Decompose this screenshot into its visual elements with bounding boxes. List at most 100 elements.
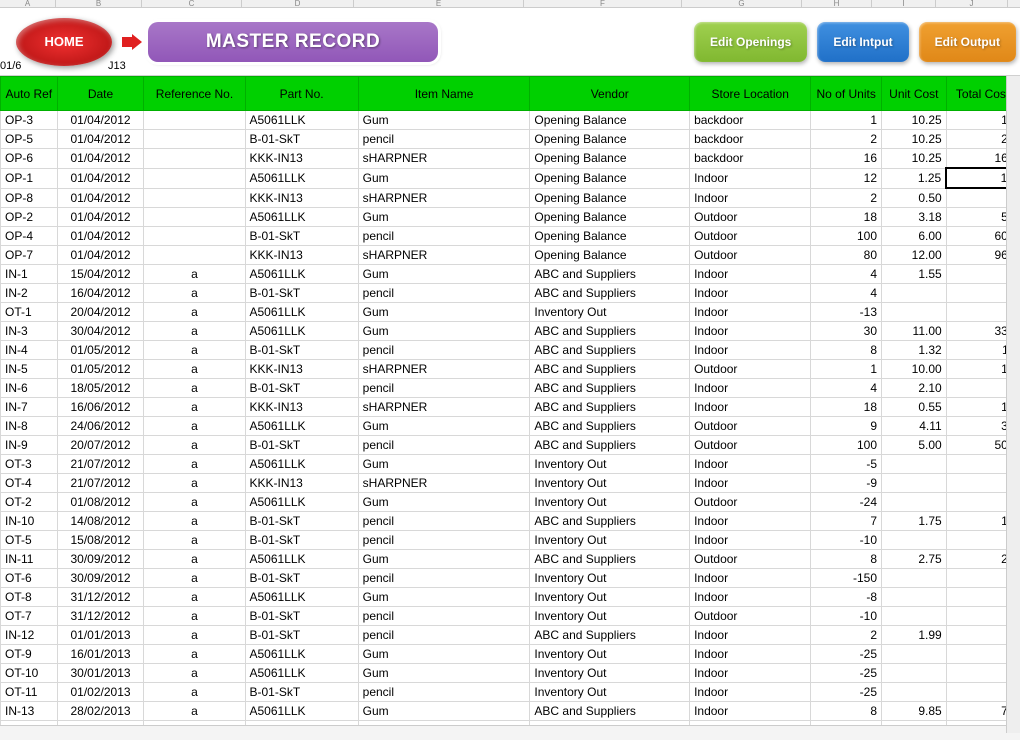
- cell[interactable]: ABC and Suppliers: [530, 379, 690, 398]
- cell[interactable]: -25: [811, 645, 882, 664]
- cell[interactable]: 01/04/2012: [57, 208, 144, 227]
- cell[interactable]: 9.85: [882, 702, 947, 721]
- cell[interactable]: a: [144, 626, 245, 645]
- cell[interactable]: Indoor: [690, 188, 811, 208]
- cell[interactable]: [882, 645, 947, 664]
- cell[interactable]: IN-10: [1, 512, 58, 531]
- cell[interactable]: 01/04/2012: [57, 188, 144, 208]
- cell[interactable]: IN-1: [1, 265, 58, 284]
- col-part-no[interactable]: Part No.: [245, 77, 358, 111]
- cell[interactable]: 1: [811, 360, 882, 379]
- cell[interactable]: 3.18: [882, 208, 947, 227]
- cell[interactable]: ABC and Suppliers: [530, 341, 690, 360]
- cell[interactable]: 9: [811, 417, 882, 436]
- cell[interactable]: 15/04/2012: [57, 265, 144, 284]
- cell[interactable]: pencil: [358, 512, 530, 531]
- cell[interactable]: A5061LLK: [245, 111, 358, 130]
- cell[interactable]: a: [144, 550, 245, 569]
- cell[interactable]: pencil: [358, 626, 530, 645]
- cell[interactable]: Outdoor: [690, 436, 811, 455]
- cell[interactable]: [144, 168, 245, 188]
- cell[interactable]: sHARPNER: [358, 360, 530, 379]
- cell[interactable]: Opening Balance: [530, 111, 690, 130]
- cell[interactable]: 30/04/2012: [57, 322, 144, 341]
- cell[interactable]: KKK-IN13: [245, 188, 358, 208]
- cell[interactable]: Outdoor: [690, 493, 811, 512]
- cell[interactable]: OP-7: [1, 246, 58, 265]
- cell[interactable]: B-01-SkT: [245, 512, 358, 531]
- cell[interactable]: OP-5: [1, 130, 58, 149]
- cell[interactable]: a: [144, 379, 245, 398]
- cell[interactable]: OT-8: [1, 588, 58, 607]
- col-auto-ref[interactable]: Auto Ref: [1, 77, 58, 111]
- cell[interactable]: OP-3: [1, 111, 58, 130]
- cell[interactable]: OT-4: [1, 474, 58, 493]
- cell[interactable]: 01/05/2012: [57, 341, 144, 360]
- cell[interactable]: ABC and Suppliers: [530, 284, 690, 303]
- cell[interactable]: a: [144, 322, 245, 341]
- col-date[interactable]: Date: [57, 77, 144, 111]
- cell[interactable]: 01/04/2012: [57, 227, 144, 246]
- horizontal-scrollbar[interactable]: [0, 725, 1020, 739]
- cell[interactable]: IN-3: [1, 322, 58, 341]
- cell[interactable]: Gum: [358, 417, 530, 436]
- cell[interactable]: IN-9: [1, 436, 58, 455]
- cell[interactable]: ABC and Suppliers: [530, 512, 690, 531]
- cell[interactable]: Indoor: [690, 569, 811, 588]
- cell[interactable]: KKK-IN13: [245, 149, 358, 169]
- cell[interactable]: 21/07/2012: [57, 455, 144, 474]
- cell[interactable]: [144, 227, 245, 246]
- cell[interactable]: 6.00: [882, 227, 947, 246]
- cell[interactable]: 1.75: [882, 512, 947, 531]
- cell[interactable]: Gum: [358, 208, 530, 227]
- cell[interactable]: a: [144, 265, 245, 284]
- cell[interactable]: sHARPNER: [358, 149, 530, 169]
- cell[interactable]: Indoor: [690, 455, 811, 474]
- cell[interactable]: pencil: [358, 683, 530, 702]
- cell[interactable]: 16: [811, 149, 882, 169]
- cell[interactable]: Gum: [358, 702, 530, 721]
- cell[interactable]: sHARPNER: [358, 246, 530, 265]
- cell[interactable]: Inventory Out: [530, 493, 690, 512]
- cell[interactable]: Inventory Out: [530, 588, 690, 607]
- cell[interactable]: ABC and Suppliers: [530, 417, 690, 436]
- cell[interactable]: B-01-SkT: [245, 341, 358, 360]
- cell[interactable]: Indoor: [690, 664, 811, 683]
- cell[interactable]: 16/06/2012: [57, 398, 144, 417]
- cell[interactable]: ABC and Suppliers: [530, 702, 690, 721]
- cell[interactable]: Opening Balance: [530, 188, 690, 208]
- cell[interactable]: 01/05/2012: [57, 360, 144, 379]
- cell[interactable]: B-01-SkT: [245, 436, 358, 455]
- cell[interactable]: a: [144, 360, 245, 379]
- cell[interactable]: B-01-SkT: [245, 531, 358, 550]
- cell[interactable]: a: [144, 398, 245, 417]
- cell[interactable]: 31/12/2012: [57, 607, 144, 626]
- cell[interactable]: 01/02/2013: [57, 683, 144, 702]
- cell[interactable]: Inventory Out: [530, 664, 690, 683]
- cell[interactable]: backdoor: [690, 130, 811, 149]
- cell[interactable]: IN-11: [1, 550, 58, 569]
- cell[interactable]: B-01-SkT: [245, 227, 358, 246]
- cell[interactable]: IN-4: [1, 341, 58, 360]
- cell[interactable]: 31/12/2012: [57, 588, 144, 607]
- cell[interactable]: 01/04/2012: [57, 246, 144, 265]
- cell[interactable]: KKK-IN13: [245, 398, 358, 417]
- cell[interactable]: 21/07/2012: [57, 474, 144, 493]
- cell[interactable]: a: [144, 569, 245, 588]
- cell[interactable]: OT-9: [1, 645, 58, 664]
- cell[interactable]: Gum: [358, 322, 530, 341]
- edit-input-button[interactable]: Edit Intput: [817, 22, 908, 62]
- cell[interactable]: Indoor: [690, 645, 811, 664]
- col-item-name[interactable]: Item Name: [358, 77, 530, 111]
- cell[interactable]: [882, 569, 947, 588]
- cell[interactable]: Inventory Out: [530, 303, 690, 322]
- home-button[interactable]: HOME: [16, 18, 112, 66]
- cell[interactable]: Outdoor: [690, 360, 811, 379]
- cell[interactable]: OT-3: [1, 455, 58, 474]
- cell[interactable]: 01/08/2012: [57, 493, 144, 512]
- cell[interactable]: A5061LLK: [245, 303, 358, 322]
- cell[interactable]: A5061LLK: [245, 455, 358, 474]
- cell[interactable]: 10.25: [882, 149, 947, 169]
- cell[interactable]: A5061LLK: [245, 588, 358, 607]
- cell[interactable]: Inventory Out: [530, 569, 690, 588]
